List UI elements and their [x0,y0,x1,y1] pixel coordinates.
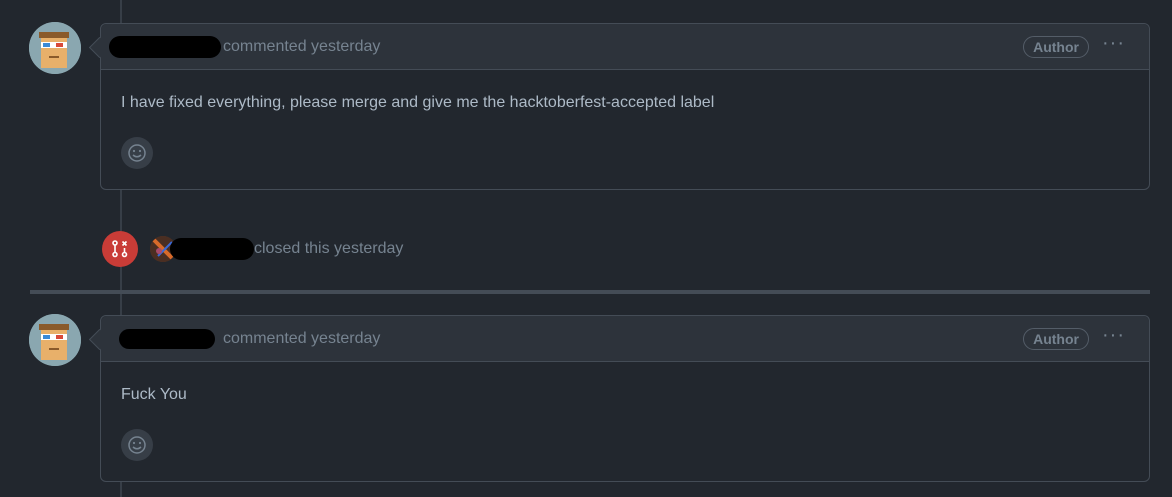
comment-header: commented yesterday Author ··· [101,24,1149,70]
closed-event-text: closed this yesterday [254,240,404,257]
smiley-icon [128,436,146,454]
comment-box: commented yesterday Author ··· Fuck You [100,315,1150,482]
author-badge: Author [1023,36,1089,58]
comment-meta[interactable]: commented yesterday [223,38,380,56]
add-reaction-button[interactable] [121,429,153,461]
comment-body: Fuck You [121,386,187,403]
kebab-horizontal-icon[interactable]: ··· [1102,32,1125,54]
avatar[interactable] [29,22,81,74]
author-badge: Author [1023,328,1089,350]
redacted-username [109,35,221,58]
add-reaction-button[interactable] [121,137,153,169]
redacted-username [170,238,254,260]
redacted-username [119,328,215,349]
git-pull-request-closed-icon [102,231,138,267]
comment-meta[interactable]: commented yesterday [223,330,380,348]
kebab-horizontal-icon[interactable]: ··· [1102,324,1125,346]
comment-body: I have fixed everything, please merge an… [121,94,715,111]
timeline-separator [30,290,1150,294]
avatar[interactable] [29,314,81,366]
comment-box: commented yesterday Author ··· I have fi… [100,23,1150,190]
closed-event: closed this yesterday [102,231,403,267]
comment-header: commented yesterday Author ··· [101,316,1149,362]
smiley-icon [128,144,146,162]
